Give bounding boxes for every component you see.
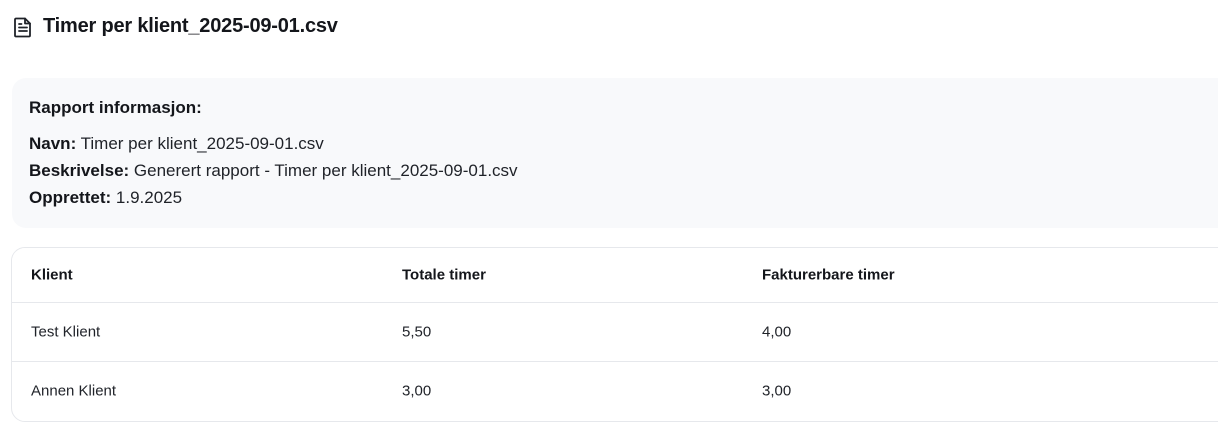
report-info-card: Rapport informasjon: Navn: Timer per kli…	[12, 78, 1218, 228]
cell-totale-timer: 5,50	[402, 323, 432, 341]
cell-klient: Annen Klient	[31, 382, 117, 400]
name-label: Navn:	[29, 134, 77, 153]
hours-table: Klient Totale timer Fakturerbare timer T…	[11, 247, 1218, 422]
name-value: Timer per klient_2025-09-01.csv	[80, 134, 324, 153]
description-value: Generert rapport - Timer per klient_2025…	[133, 161, 518, 180]
created-label: Opprettet:	[29, 188, 112, 207]
table-header-row: Klient Totale timer Fakturerbare timer	[12, 248, 1218, 303]
created-value: 1.9.2025	[115, 188, 183, 207]
description-label: Beskrivelse:	[29, 161, 130, 180]
column-header-totale-timer[interactable]: Totale timer	[402, 267, 486, 284]
cell-klient: Test Klient	[31, 323, 101, 341]
info-heading: Rapport informasjon:	[29, 98, 202, 117]
report-header: Timer per klient_2025-09-01.csv	[13, 15, 338, 38]
table-row[interactable]: Annen Klient 3,00 3,00	[12, 362, 1218, 420]
info-name-line: Navn: Timer per klient_2025-09-01.csv	[29, 134, 324, 154]
cell-totale-timer: 3,00	[402, 382, 432, 400]
table-row[interactable]: Test Klient 5,50 4,00	[12, 303, 1218, 362]
column-header-fakturerbare-timer[interactable]: Fakturerbare timer	[762, 267, 895, 284]
report-page: Timer per klient_2025-09-01.csv Rapport …	[0, 0, 1218, 439]
page-title: Timer per klient_2025-09-01.csv	[43, 15, 338, 37]
cell-fakturerbare-timer: 4,00	[762, 323, 792, 341]
column-header-klient[interactable]: Klient	[31, 267, 73, 284]
info-description-line: Beskrivelse: Generert rapport - Timer pe…	[29, 161, 518, 181]
document-icon	[13, 16, 33, 38]
cell-fakturerbare-timer: 3,00	[762, 382, 792, 400]
info-created-line: Opprettet: 1.9.2025	[29, 188, 182, 208]
